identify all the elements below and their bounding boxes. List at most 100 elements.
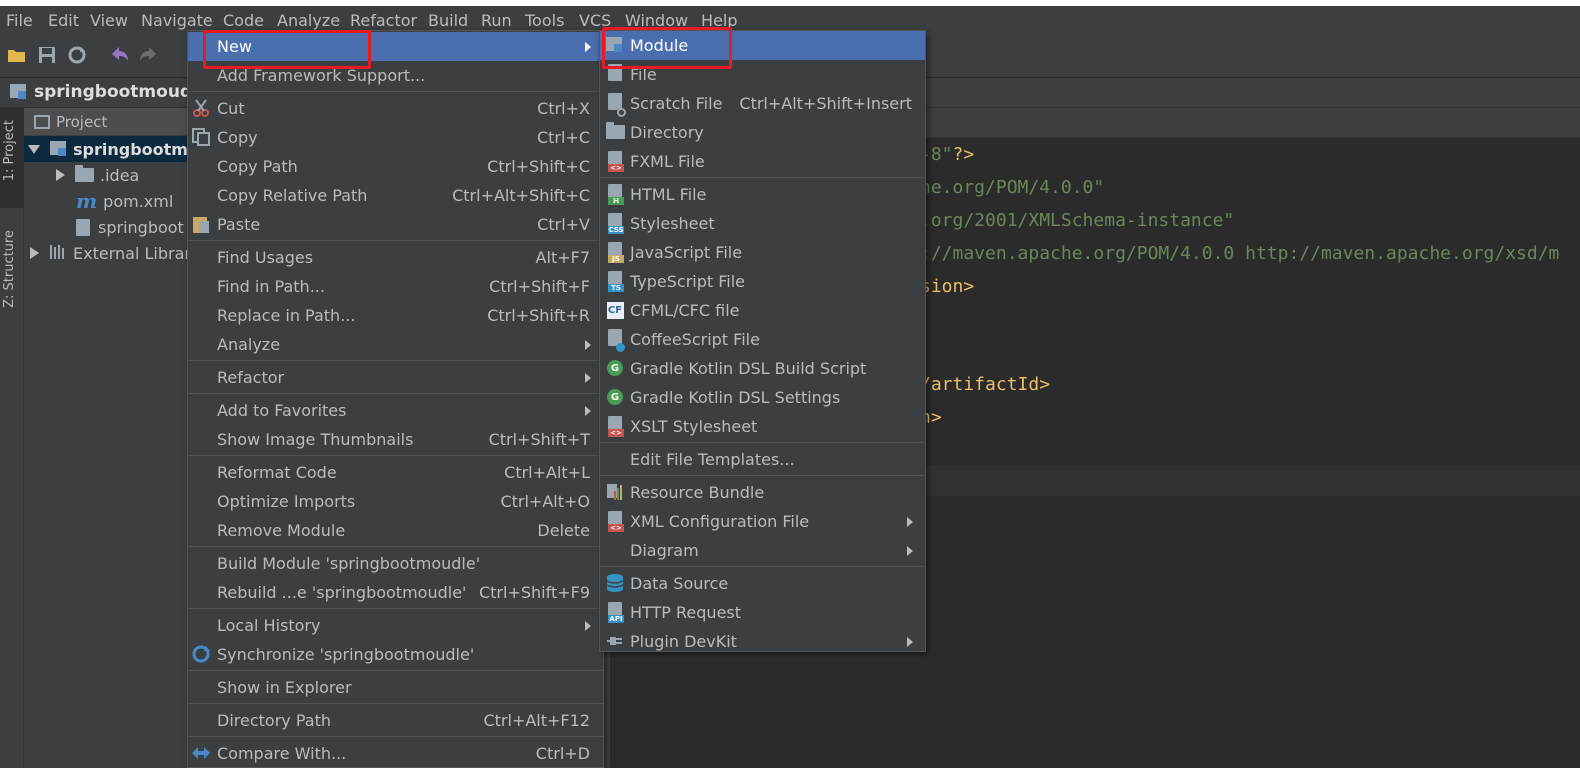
menu-item-shortcut: Ctrl+Alt+O: [500, 492, 590, 511]
breadcrumb[interactable]: springbootmoudle: [10, 82, 209, 102]
collapse-arrow-icon[interactable]: [56, 169, 65, 181]
submenu-item-cfml-cfc-file[interactable]: CF CFML/CFC file: [600, 296, 925, 325]
menu-item-directory-path[interactable]: Directory Path Ctrl+Alt+F12: [188, 706, 603, 735]
submenu-item-data-source[interactable]: Data Source: [600, 569, 925, 598]
submenu-item-gradle-kotlin-dsl-build-script[interactable]: G Gradle Kotlin DSL Build Script: [600, 354, 925, 383]
menu-item-copy-relative-path[interactable]: Copy Relative Path Ctrl+Alt+Shift+C: [188, 181, 603, 210]
redo-icon[interactable]: [138, 44, 160, 66]
menu-item-show-in-explorer[interactable]: Show in Explorer: [188, 673, 603, 702]
menu-item-optimize-imports[interactable]: Optimize Imports Ctrl+Alt+O: [188, 487, 603, 516]
menu-item-label: Reformat Code: [217, 463, 337, 482]
submenu-item-typescript-file[interactable]: TS TypeScript File: [600, 267, 925, 296]
menu-item-compare-with[interactable]: Compare With... Ctrl+D: [188, 739, 603, 768]
menu-tools[interactable]: Tools: [521, 11, 568, 30]
menu-item-paste[interactable]: Paste Ctrl+V: [188, 210, 603, 239]
sync-icon: [191, 644, 211, 664]
menu-item-cut[interactable]: Cut Ctrl+X: [188, 94, 603, 123]
menu-separator: [188, 240, 603, 241]
menu-run[interactable]: Run: [477, 11, 516, 30]
menu-item-find-usages[interactable]: Find Usages Alt+F7: [188, 243, 603, 272]
menu-item-find-in-path[interactable]: Find in Path... Ctrl+Shift+F: [188, 272, 603, 301]
menu-refactor[interactable]: Refactor: [346, 11, 421, 30]
submenu-item-http-request[interactable]: API HTTP Request: [600, 598, 925, 627]
gradle-icon: G: [605, 358, 625, 378]
xslt-file-icon: <>: [605, 415, 625, 437]
menu-item-shortcut: Ctrl+Shift+F9: [478, 583, 590, 602]
sync-icon[interactable]: [66, 44, 88, 66]
code-token: .org/2001/XMLSchema-instance": [920, 210, 1235, 231]
menu-item-copy[interactable]: Copy Ctrl+C: [188, 123, 603, 152]
save-icon[interactable]: [36, 44, 58, 66]
menu-item-label: Find Usages: [217, 248, 314, 267]
structure-tool-tab[interactable]: Z: Structure: [0, 226, 24, 346]
submenu-item-coffeescript-file[interactable]: CoffeeScript File: [600, 325, 925, 354]
menu-item-refactor[interactable]: Refactor: [188, 363, 603, 392]
menu-item-label: Add to Favorites: [217, 401, 347, 420]
submenu-item-diagram[interactable]: Diagram: [600, 536, 925, 565]
menu-item-label: Compare With...: [217, 744, 347, 763]
tree-item-idea[interactable]: .idea: [54, 162, 139, 188]
menu-item-show-image-thumbnails[interactable]: Show Image Thumbnails Ctrl+Shift+T: [188, 425, 603, 454]
tree-item-external-librari[interactable]: External Librari: [28, 240, 195, 266]
resource-bundle-icon: [605, 482, 625, 502]
submenu-item-scratch-file[interactable]: Scratch File Ctrl+Alt+Shift+Insert: [600, 89, 925, 118]
folder-icon: [75, 165, 94, 182]
menu-view[interactable]: View: [86, 11, 132, 30]
menu-item-synchronize-springbootmoudle[interactable]: Synchronize 'springbootmoudle': [188, 640, 603, 669]
menu-build[interactable]: Build: [424, 11, 472, 30]
menu-item-shortcut: Ctrl+Shift+R: [487, 306, 590, 325]
collapse-arrow-icon[interactable]: [30, 247, 39, 259]
menu-item-label: XSLT Stylesheet: [630, 417, 758, 436]
open-folder-icon[interactable]: [6, 44, 28, 66]
menu-item-label: Local History: [217, 616, 321, 635]
menu-edit[interactable]: Edit: [44, 11, 83, 30]
plugin-icon: [605, 631, 625, 651]
api-file-icon: API: [605, 601, 625, 623]
menu-item-replace-in-path[interactable]: Replace in Path... Ctrl+Shift+R: [188, 301, 603, 330]
tree-item-pom-xml[interactable]: m pom.xml: [76, 188, 173, 214]
menu-item-reformat-code[interactable]: Reformat Code Ctrl+Alt+L: [188, 458, 603, 487]
submenu-item-stylesheet[interactable]: CSS Stylesheet: [600, 209, 925, 238]
menu-item-shortcut: Ctrl+Shift+F: [489, 277, 590, 296]
menu-separator: [600, 566, 925, 567]
tree-item-springbootmo[interactable]: springbootmo: [28, 136, 199, 162]
menu-item-analyze[interactable]: Analyze: [188, 330, 603, 359]
submenu-item-xml-configuration-file[interactable]: <> XML Configuration File: [600, 507, 925, 536]
undo-icon[interactable]: [108, 44, 130, 66]
menu-code[interactable]: Code: [219, 11, 268, 30]
js-file-icon: JS: [605, 241, 625, 263]
menu-item-rebuild-e-springbootmoudle[interactable]: Rebuild ...e 'springbootmoudle' Ctrl+Shif…: [188, 578, 603, 607]
project-tool-tab[interactable]: 1: Project: [0, 108, 24, 208]
menu-file[interactable]: File: [2, 11, 37, 30]
menu-item-add-to-favorites[interactable]: Add to Favorites: [188, 396, 603, 425]
submenu-item-edit-file-templates[interactable]: Edit File Templates...: [600, 445, 925, 474]
code-line: he.org/POM/4.0.0": [920, 177, 1104, 198]
menu-item-label: XML Configuration File: [630, 512, 810, 531]
menu-navigate[interactable]: Navigate: [137, 11, 217, 30]
highlight-box-module: [602, 27, 732, 69]
submenu-item-fxml-file[interactable]: <> FXML File: [600, 147, 925, 176]
submenu-item-xslt-stylesheet[interactable]: <> XSLT Stylesheet: [600, 412, 925, 441]
tree-item-label: External Librari: [73, 243, 196, 263]
menu-separator: [188, 393, 603, 394]
submenu-item-plugin-devkit[interactable]: Plugin DevKit: [600, 627, 925, 656]
menu-item-label: Rebuild ...e 'springbootmoudle': [217, 583, 467, 602]
submenu-item-gradle-kotlin-dsl-settings[interactable]: G Gradle Kotlin DSL Settings: [600, 383, 925, 412]
project-panel-title: Project: [56, 112, 108, 131]
submenu-item-html-file[interactable]: H HTML File: [600, 180, 925, 209]
menu-item-label: HTML File: [630, 185, 707, 204]
submenu-item-directory[interactable]: Directory: [600, 118, 925, 147]
menu-analyze[interactable]: Analyze: [273, 11, 344, 30]
menu-item-build-module-springbootmoudle[interactable]: Build Module 'springbootmoudle': [188, 549, 603, 578]
tree-item-springboot[interactable]: springboot: [76, 214, 184, 240]
menu-item-local-history[interactable]: Local History: [188, 611, 603, 640]
submenu-item-javascript-file[interactable]: JS JavaScript File: [600, 238, 925, 267]
menu-item-label: Synchronize 'springbootmoudle': [217, 645, 475, 664]
menu-item-remove-module[interactable]: Remove Module Delete: [188, 516, 603, 545]
submenu-item-resource-bundle[interactable]: Resource Bundle: [600, 478, 925, 507]
menu-item-label: Stylesheet: [630, 214, 715, 233]
expand-arrow-icon[interactable]: [28, 144, 40, 154]
menu-item-copy-path[interactable]: Copy Path Ctrl+Shift+C: [188, 152, 603, 181]
menu-item-label: Gradle Kotlin DSL Build Script: [630, 359, 867, 378]
menu-item-label: HTTP Request: [630, 603, 742, 622]
